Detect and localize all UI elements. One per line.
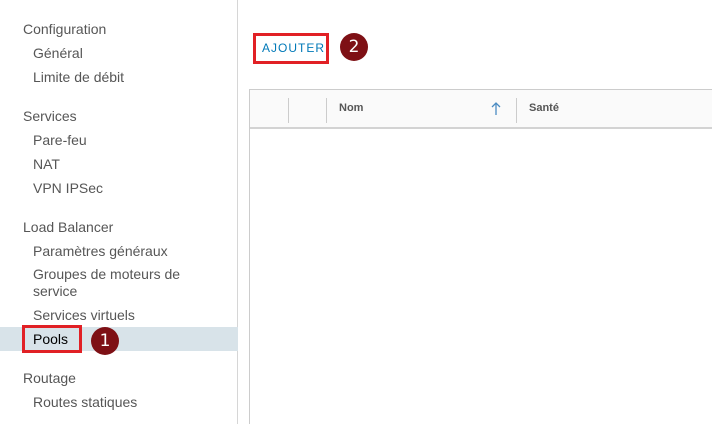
column-separator	[326, 98, 327, 123]
highlight-pools	[22, 325, 82, 353]
sidebar-item-service-engine-groups[interactable]: Groupes de moteurs de service	[0, 266, 200, 300]
datagrid-header: Nom Santé	[250, 90, 712, 129]
callout-2: 2	[340, 33, 368, 61]
section-title-load-balancer: Load Balancer	[23, 219, 114, 235]
sidebar-item-rate-limit[interactable]: Limite de débit	[0, 69, 238, 86]
sidebar-item-general-settings[interactable]: Paramètres généraux	[0, 243, 238, 260]
callout-1: 1	[91, 327, 119, 355]
sidebar-item-static-routes[interactable]: Routes statiques	[0, 394, 238, 411]
sidebar-item-nat[interactable]: NAT	[0, 156, 238, 173]
sidebar-item-virtual-services[interactable]: Services virtuels	[0, 307, 238, 324]
section-title-services: Services	[23, 108, 77, 124]
pools-datagrid: Nom Santé	[249, 89, 712, 424]
section-title-configuration: Configuration	[23, 21, 107, 37]
column-separator	[288, 98, 289, 123]
sort-ascending-icon[interactable]	[489, 100, 503, 118]
sidebar-item-vpn-ipsec[interactable]: VPN IPSec	[0, 180, 238, 197]
app-root: Configuration Général Limite de débit Se…	[0, 0, 712, 424]
sidebar-item-general[interactable]: Général	[0, 45, 238, 62]
column-separator[interactable]	[516, 98, 517, 123]
highlight-add-button	[253, 33, 329, 64]
column-header-health[interactable]: Santé	[529, 102, 559, 114]
sidebar-nav: Configuration Général Limite de débit Se…	[0, 0, 238, 424]
section-title-routing: Routage	[23, 370, 76, 386]
column-header-name[interactable]: Nom	[339, 102, 363, 114]
sidebar-item-firewall[interactable]: Pare-feu	[0, 132, 238, 149]
